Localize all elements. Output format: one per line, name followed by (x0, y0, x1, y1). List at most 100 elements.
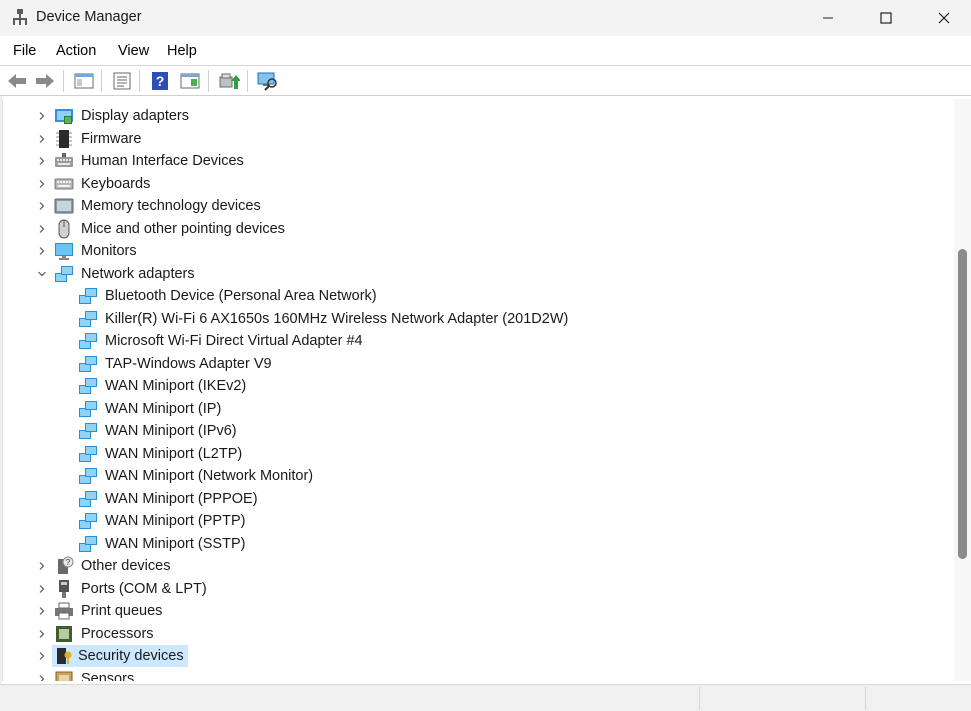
menu-file[interactable]: File (13, 43, 36, 59)
tree-item-human-interface-devices[interactable]: Human Interface Devices (3, 150, 953, 172)
menu-action[interactable]: Action (56, 43, 96, 59)
properties-button[interactable] (110, 69, 134, 93)
tree-item-label: Network adapters (81, 265, 195, 282)
update-driver-button[interactable] (217, 69, 241, 93)
maximize-button[interactable] (857, 0, 915, 36)
back-icon (8, 74, 26, 88)
menu-help[interactable]: Help (167, 43, 197, 59)
network-adapter-icon (79, 310, 97, 327)
tree-item-monitors[interactable]: Monitors (3, 240, 953, 262)
tree-item-sensors[interactable]: Sensors (3, 668, 953, 682)
action-pane-icon (180, 73, 200, 89)
security-device-icon (57, 648, 72, 664)
window-title: Device Manager (36, 9, 142, 25)
network-adapter-item[interactable]: Killer(R) Wi-Fi 6 AX1650s 160MHz Wireles… (3, 308, 953, 330)
chevron-right-icon[interactable] (37, 606, 47, 616)
network-adapter-label: WAN Miniport (PPTP) (105, 513, 246, 529)
network-adapter-item[interactable]: Microsoft Wi-Fi Direct Virtual Adapter #… (3, 330, 953, 352)
chevron-right-icon[interactable] (37, 111, 47, 121)
network-adapter-label: WAN Miniport (L2TP) (105, 445, 243, 462)
network-adapter-icon (79, 513, 97, 529)
chevron-right-icon[interactable] (37, 134, 47, 144)
network-adapter-item[interactable]: Bluetooth Device (Personal Area Network) (3, 285, 953, 307)
network-adapter-item[interactable]: TAP-Windows Adapter V9 (3, 353, 953, 375)
tree-item-label: Monitors (81, 243, 137, 259)
chevron-right-icon[interactable] (37, 246, 47, 256)
tree-item-label: Firmware (81, 130, 142, 147)
monitor-icon (55, 243, 73, 260)
chevron-right-icon[interactable] (37, 651, 47, 661)
device-manager-icon (11, 8, 29, 26)
show-hide-console-tree-button[interactable] (72, 69, 96, 93)
update-driver-icon (219, 73, 240, 89)
device-tree[interactable]: Display adapters Firmware Human Interfac… (2, 99, 954, 681)
chevron-right-icon[interactable] (37, 584, 47, 594)
tree-item-display-adapters[interactable]: Display adapters (3, 105, 953, 127)
chevron-down-icon[interactable] (37, 269, 47, 279)
tree-item-firmware[interactable]: Firmware (3, 128, 953, 150)
network-adapter-item[interactable]: WAN Miniport (PPTP) (3, 510, 953, 532)
properties-icon (113, 72, 131, 90)
help-button[interactable]: ? (148, 69, 172, 93)
scan-hardware-button[interactable] (256, 69, 280, 93)
forward-icon (36, 74, 54, 88)
help-icon: ? (152, 72, 168, 90)
tree-item-security-devices[interactable]: Security devices (3, 645, 953, 667)
network-adapter-item[interactable]: WAN Miniport (IPv6) (3, 420, 953, 442)
sensor-icon (55, 671, 73, 681)
network-adapter-item[interactable]: WAN Miniport (L2TP) (3, 443, 953, 465)
chevron-right-icon[interactable] (37, 179, 47, 189)
chevron-right-icon[interactable] (37, 224, 47, 234)
tree-item-label: Processors (81, 625, 154, 642)
svg-text:?: ? (156, 73, 165, 89)
chevron-right-icon[interactable] (37, 674, 47, 682)
svg-text:?: ? (66, 558, 71, 567)
network-adapter-icon (79, 468, 97, 484)
menu-view[interactable]: View (118, 43, 149, 59)
tree-item-label: Keyboards (81, 175, 151, 192)
network-adapter-icon (55, 265, 73, 282)
tree-item-keyboards[interactable]: Keyboards (3, 173, 953, 195)
network-adapter-item[interactable]: WAN Miniport (Network Monitor) (3, 465, 953, 487)
console-tree-icon (74, 73, 94, 89)
close-icon (938, 12, 950, 24)
network-adapter-label: WAN Miniport (Network Monitor) (105, 468, 314, 484)
tree-item-label: Other devices (81, 558, 171, 574)
mouse-icon (58, 219, 70, 238)
tree-item-print-queues[interactable]: Print queues (3, 600, 953, 622)
tree-item-ports[interactable]: Ports (COM & LPT) (3, 578, 953, 600)
chevron-right-icon[interactable] (37, 629, 47, 639)
network-adapter-item[interactable]: WAN Miniport (PPPOE) (3, 488, 953, 510)
network-adapter-item[interactable]: WAN Miniport (IKEv2) (3, 375, 953, 397)
memory-device-icon (54, 198, 74, 214)
chevron-right-icon[interactable] (37, 561, 47, 571)
chevron-right-icon[interactable] (37, 201, 47, 211)
tree-item-mice[interactable]: Mice and other pointing devices (3, 218, 953, 240)
tree-item-label: Print queues (81, 603, 163, 619)
back-button[interactable] (5, 69, 29, 93)
network-adapter-label: WAN Miniport (IPv6) (105, 423, 237, 439)
network-adapter-icon (79, 423, 97, 439)
network-adapter-icon (79, 535, 97, 552)
action-pane-button[interactable] (178, 69, 202, 93)
network-adapter-item[interactable]: WAN Miniport (SSTP) (3, 533, 953, 555)
network-adapter-label: WAN Miniport (SSTP) (105, 535, 246, 552)
network-adapter-item[interactable]: WAN Miniport (IP) (3, 398, 953, 420)
tree-item-other-devices[interactable]: ? Other devices (3, 555, 953, 577)
tree-item-network-adapters[interactable]: Network adapters (3, 263, 953, 285)
tree-item-label: Sensors (81, 670, 135, 682)
toolbar: ? (0, 66, 971, 96)
scrollbar-thumb[interactable] (958, 249, 967, 559)
tree-item-memory-technology-devices[interactable]: Memory technology devices (3, 195, 953, 217)
network-adapter-icon (79, 445, 97, 462)
network-adapter-label: WAN Miniport (IKEv2) (105, 378, 247, 394)
minimize-button[interactable] (799, 0, 857, 36)
close-button[interactable] (915, 0, 971, 36)
forward-button[interactable] (33, 69, 57, 93)
network-adapter-label: Killer(R) Wi-Fi 6 AX1650s 160MHz Wireles… (105, 310, 569, 327)
tree-item-label: Memory technology devices (81, 198, 261, 214)
tree-item-processors[interactable]: Processors (3, 623, 953, 645)
status-bar (0, 684, 971, 711)
network-adapter-icon (79, 333, 97, 349)
chevron-right-icon[interactable] (37, 156, 47, 166)
